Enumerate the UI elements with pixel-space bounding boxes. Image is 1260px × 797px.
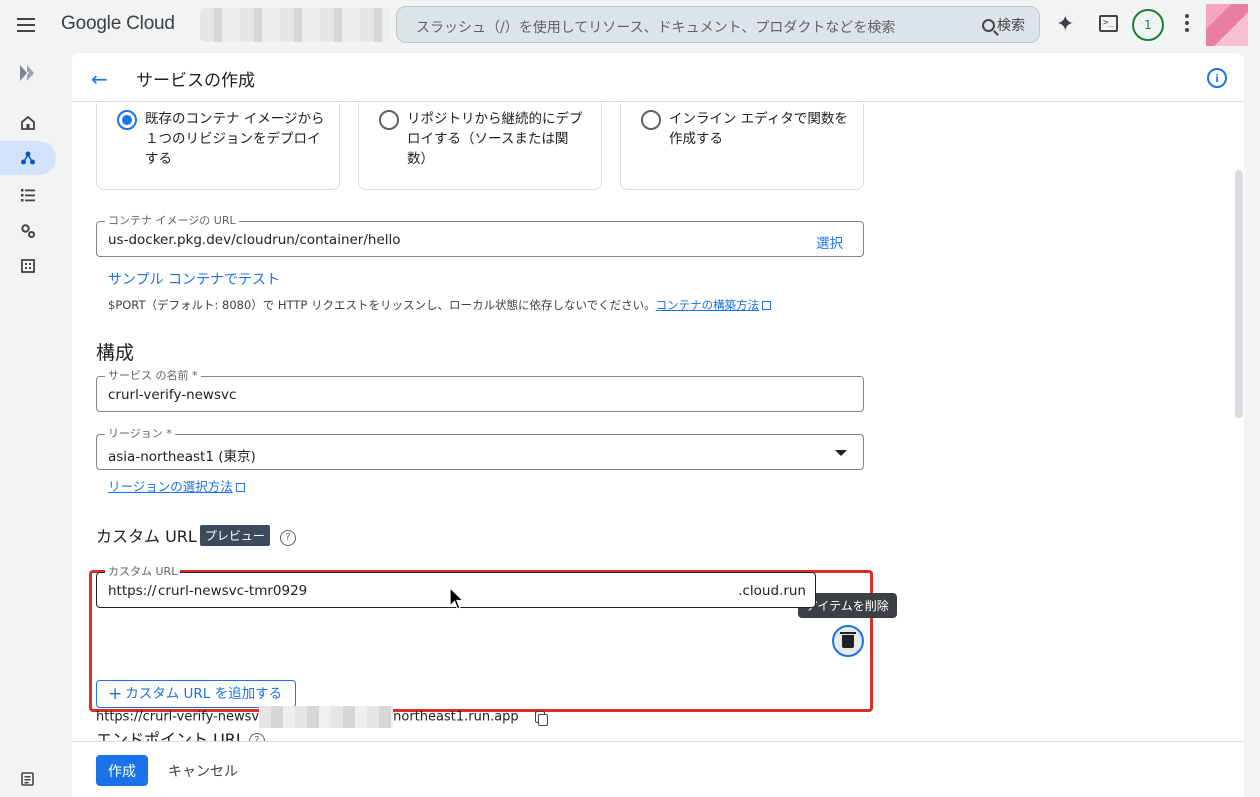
- copy-icon[interactable]: [534, 711, 548, 726]
- google-cloud-logo[interactable]: Google Cloud: [61, 13, 175, 35]
- radio-selected[interactable]: [117, 110, 137, 130]
- main-panel: ← サービスの作成 i 既存のコンテナ イメージから１つのリビジョンをデプロイす…: [72, 53, 1244, 797]
- cloud-shell-icon[interactable]: >_: [1099, 15, 1118, 32]
- add-button-label: カスタム URL を追加する: [125, 686, 283, 702]
- external-link-icon: [235, 483, 245, 492]
- plus-icon: +: [108, 684, 123, 704]
- cancel-button[interactable]: キャンセル: [168, 761, 238, 781]
- search-placeholder: スラッシュ（/）を使用してリソース、ドキュメント、プロダクトなどを検索: [416, 20, 896, 36]
- footer-actions: 作成 キャンセル: [72, 741, 1244, 797]
- preview-badge: プレビュー: [199, 525, 270, 546]
- release-notes-icon[interactable]: [0, 762, 56, 796]
- cloud-run-logo-icon[interactable]: [0, 56, 56, 90]
- region-select[interactable]: リージョン * asia-northeast1 (東京): [96, 427, 864, 470]
- container-build-link[interactable]: コンテナの構築方法: [656, 298, 760, 312]
- search-button-label: 検索: [997, 18, 1025, 34]
- notifications-badge[interactable]: 1: [1132, 9, 1164, 41]
- field-label: カスタム URL: [105, 565, 181, 579]
- page-header: ← サービスの作成 i: [72, 53, 1244, 102]
- deploy-option-label: リポジトリから継続的にデプロイする（ソースまたは関数）: [407, 111, 583, 167]
- services-icon[interactable]: [0, 141, 56, 175]
- settings-gears-icon[interactable]: [0, 214, 56, 248]
- select-button[interactable]: 選択: [816, 232, 843, 252]
- deploy-option-inline-editor[interactable]: インライン エディタで関数を作成する: [620, 103, 864, 190]
- endpoint-url-start: https://crurl-verify-newsv: [96, 709, 260, 725]
- left-nav-rail: [0, 50, 72, 797]
- info-icon[interactable]: i: [1207, 68, 1227, 88]
- region-help: リージョンの選択方法: [108, 476, 245, 495]
- search-button[interactable]: 検索: [982, 15, 1025, 35]
- deploy-option-label: 既存のコンテナ イメージから１つのリビジョンをデプロイする: [145, 111, 325, 167]
- deploy-option-label: インライン エディタで関数を作成する: [669, 111, 848, 147]
- field-value: crurl-verify-newsvc: [108, 387, 237, 403]
- field-label: リージョン *: [105, 427, 175, 441]
- search-input[interactable]: スラッシュ（/）を使用してリソース、ドキュメント、プロダクトなどを検索 検索: [396, 6, 1040, 43]
- menu-icon[interactable]: [14, 13, 38, 37]
- form-content: 既存のコンテナ イメージから１つのリビジョンをデプロイする リポジトリから継続的…: [72, 103, 1244, 743]
- deploy-option-container-image[interactable]: 既存のコンテナ イメージから１つのリビジョンをデプロイする: [96, 103, 340, 190]
- service-name-field[interactable]: サービス の名前 * crurl-verify-newsvc: [96, 369, 864, 412]
- top-bar: Google Cloud スラッシュ（/）を使用してリソース、ドキュメント、プロ…: [0, 0, 1260, 50]
- test-sample-container-link[interactable]: サンプル コンテナでテスト: [108, 269, 280, 289]
- page-title: サービスの作成: [136, 71, 255, 91]
- custom-url-title: カスタム URL: [96, 527, 197, 546]
- custom-url-value: crurl-newsvc-tmr0929: [158, 583, 308, 599]
- deploy-option-repository[interactable]: リポジトリから継続的にデプロイする（ソースまたは関数）: [358, 103, 602, 190]
- endpoint-url: https://crurl-verify-newsv northeast1.run…: [96, 706, 548, 728]
- field-label: コンテナ イメージの URL: [105, 214, 239, 228]
- dropdown-arrow-icon: [835, 450, 847, 456]
- field-value: asia-northeast1 (東京): [108, 449, 256, 465]
- hint-text: $PORT（デフォルト: 8080）で HTTP リクエストをリッスンし、ローカ…: [108, 298, 656, 312]
- create-button[interactable]: 作成: [96, 755, 148, 786]
- field-label: サービス の名前 *: [105, 369, 201, 383]
- trash-icon: [840, 631, 856, 648]
- field-value: us-docker.pkg.dev/cloudrun/container/hel…: [108, 232, 401, 248]
- redacted-segment: [259, 706, 394, 728]
- scrollbar[interactable]: [1235, 170, 1243, 418]
- radio-unselected[interactable]: [379, 110, 399, 130]
- radio-unselected[interactable]: [641, 110, 661, 130]
- project-picker[interactable]: [200, 8, 390, 42]
- back-arrow-icon[interactable]: ←: [91, 67, 108, 91]
- external-link-icon: [762, 301, 772, 310]
- add-custom-url-button[interactable]: + カスタム URL を追加する: [96, 680, 297, 708]
- config-section-title: 構成: [96, 342, 135, 364]
- search-icon: [982, 18, 995, 32]
- region-help-link[interactable]: リージョンの選択方法: [108, 479, 233, 494]
- home-icon[interactable]: [0, 106, 56, 140]
- endpoint-url-end: northeast1.run.app: [393, 709, 519, 725]
- help-icon[interactable]: ?: [279, 530, 296, 546]
- jobs-list-icon[interactable]: [0, 178, 56, 212]
- domain-building-icon[interactable]: [0, 249, 56, 283]
- delete-item-button[interactable]: [832, 625, 864, 657]
- avatar[interactable]: [1206, 4, 1248, 46]
- container-image-url-field[interactable]: コンテナ イメージの URL us-docker.pkg.dev/cloudru…: [96, 214, 864, 257]
- url-suffix: .cloud.run: [738, 583, 806, 599]
- container-hint: $PORT（デフォルト: 8080）で HTTP リクエストをリッスンし、ローカ…: [108, 297, 772, 313]
- url-prefix: https://: [108, 583, 157, 599]
- custom-url-heading: カスタム URL プレビュー?: [96, 523, 296, 547]
- more-options-icon[interactable]: [1183, 14, 1191, 32]
- gemini-sparkle-icon[interactable]: ✦: [1056, 12, 1074, 37]
